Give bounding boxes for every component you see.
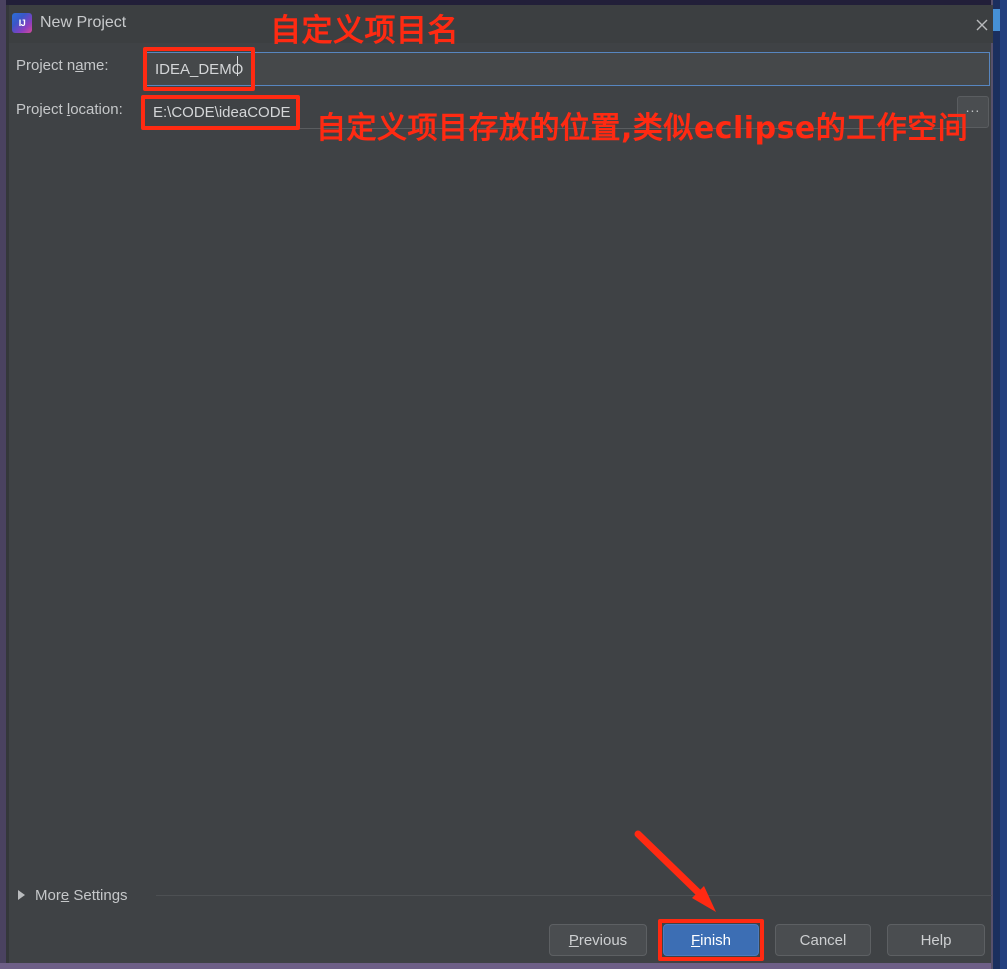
intellij-idea-icon: IJ <box>12 13 32 33</box>
project-location-input[interactable] <box>146 97 954 129</box>
new-project-dialog: IJ New Project Project name: Project loc… <box>0 0 1007 969</box>
more-settings-label: More Settings <box>35 886 128 904</box>
red-arrow-icon <box>634 830 716 912</box>
project-location-label: Project location: <box>16 101 123 118</box>
browse-folder-button[interactable]: ... <box>957 96 989 128</box>
previous-button[interactable]: Previous <box>549 924 647 956</box>
finish-button[interactable]: Finish <box>663 924 759 956</box>
more-settings-expander[interactable]: More Settings <box>18 883 128 907</box>
close-icon[interactable] <box>964 10 1000 40</box>
cancel-button[interactable]: Cancel <box>775 924 871 956</box>
help-button[interactable]: Help <box>887 924 985 956</box>
project-name-label: Project name: <box>16 57 109 74</box>
window-title: New Project <box>40 14 127 31</box>
more-settings-separator <box>156 895 992 896</box>
text-caret <box>237 56 238 76</box>
project-name-input[interactable] <box>146 52 990 86</box>
titlebar: IJ New Project <box>9 5 993 43</box>
window-bottom-border <box>0 963 1007 969</box>
app-icon-label: IJ <box>18 17 26 28</box>
triangle-right-icon <box>18 890 25 900</box>
window-left-inner-border <box>6 5 9 969</box>
window-right-border <box>991 0 993 969</box>
background-ide-strip <box>1000 0 1007 969</box>
